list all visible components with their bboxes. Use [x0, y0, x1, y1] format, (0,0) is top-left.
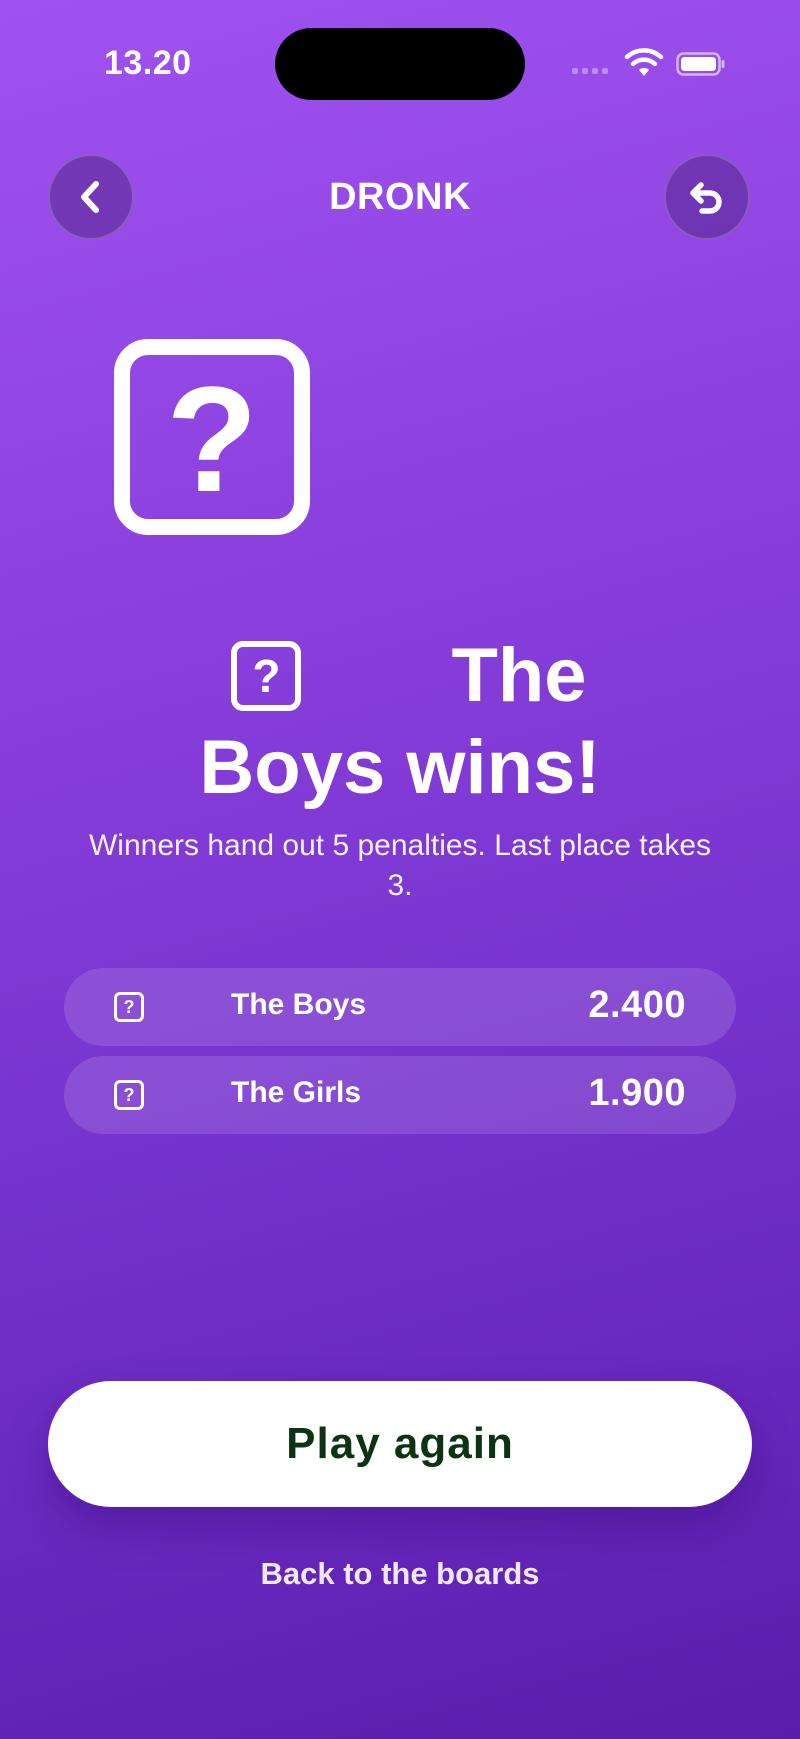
team-score: 1.900: [588, 1072, 686, 1114]
page-title: DRONK: [329, 176, 471, 218]
headline-line-1: The: [451, 633, 587, 718]
game-result-screen: 13.20 DRONK ? ? The Boys wins! Winners h…: [0, 0, 800, 1739]
play-again-button[interactable]: Play again: [48, 1381, 752, 1507]
wifi-icon: [624, 48, 664, 76]
score-row: ? The Girls 1.900: [64, 1056, 736, 1134]
team-name: The Girls: [231, 1076, 362, 1109]
question-glyph: ?: [166, 355, 258, 523]
winner-headline: ? The Boys wins!: [0, 630, 800, 814]
team-question-icon: ?: [114, 992, 144, 1022]
team-score: 2.400: [588, 984, 686, 1026]
score-row: ? The Boys 2.400: [64, 968, 736, 1046]
battery-icon: [676, 52, 725, 76]
headline-line-2: Boys wins!: [199, 725, 601, 810]
team-question-icon: ?: [231, 641, 302, 711]
chevron-left-icon: [81, 181, 99, 213]
headline-row-1: ? The: [18, 630, 800, 722]
status-time: 13.20: [104, 44, 192, 82]
team-name: The Boys: [231, 988, 367, 1021]
back-button[interactable]: [48, 154, 134, 240]
undo-icon: [690, 182, 722, 214]
undo-button[interactable]: [664, 154, 750, 240]
dynamic-island: [275, 28, 525, 100]
team-question-icon: ?: [114, 1080, 144, 1110]
cellular-signal-icon: [572, 68, 608, 74]
result-subtitle: Winners hand out 5 penalties. Last place…: [88, 829, 712, 902]
question-mark-icon: ?: [114, 339, 310, 535]
back-to-boards-link[interactable]: Back to the boards: [200, 1556, 600, 1592]
